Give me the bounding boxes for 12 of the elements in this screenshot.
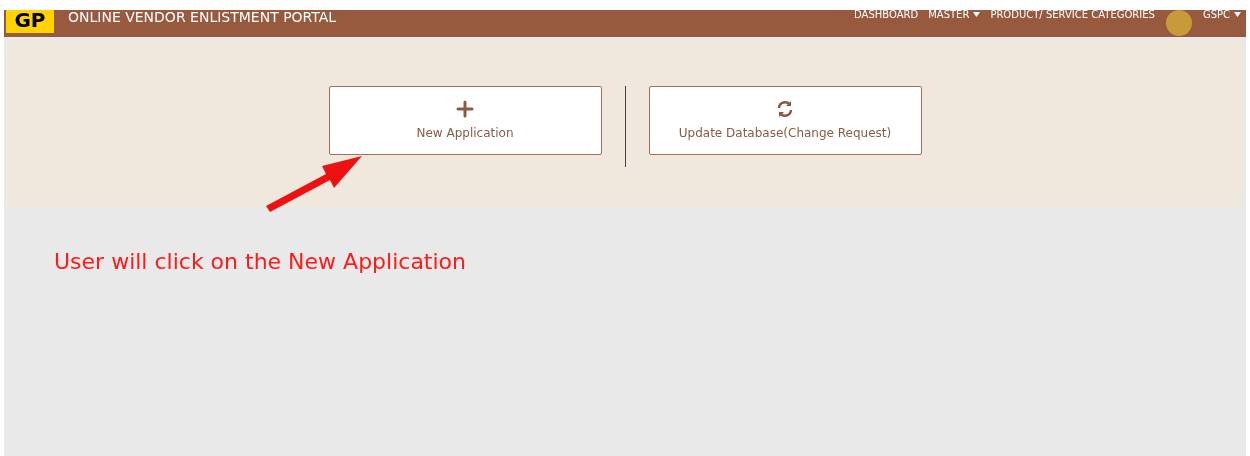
avatar-icon[interactable]	[1165, 10, 1192, 36]
portal-title: ONLINE VENDOR ENLISTMENT PORTAL	[68, 10, 337, 24]
nav-link[interactable]: DASHBOARD	[849, 10, 924, 20]
nav-link[interactable]: PRODUCT/ SERVICE CATEGORIES	[985, 10, 1160, 20]
nav-link[interactable]: MASTER	[923, 10, 986, 20]
plus-icon	[456, 99, 474, 118]
refresh-icon	[776, 99, 794, 118]
action-button[interactable]: Update Database(Change Request)	[648, 86, 922, 155]
action-button[interactable]: New Application	[328, 86, 602, 155]
annotation-text: User will click on the New Application	[54, 248, 466, 276]
user-menu[interactable]: GSPC	[1197, 10, 1246, 20]
logo: GP	[6, 10, 54, 33]
